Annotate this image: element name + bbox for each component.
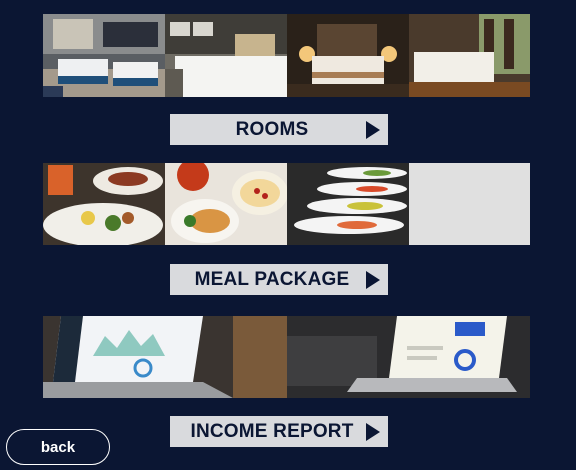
room-photo-3 (287, 14, 409, 97)
rooms-button-label: ROOMS (235, 118, 309, 140)
laptop-charts-icon (287, 316, 530, 398)
hotel-room-twin-beds-icon (43, 14, 165, 97)
meal-photo-2 (165, 163, 287, 245)
room-photo-1 (43, 14, 165, 97)
meal-photo-1 (43, 163, 165, 245)
meal-package-button[interactable]: MEAL PACKAGE (170, 264, 388, 295)
income-report-button[interactable]: INCOME REPORT (170, 416, 388, 447)
room-photo-4 (409, 14, 530, 97)
rooms-image-strip (43, 14, 530, 97)
income-photo-2 (287, 316, 530, 398)
buffet-spoons-icon (287, 163, 409, 245)
play-arrow-icon (366, 422, 380, 441)
income-report-button-label: INCOME REPORT (190, 420, 354, 442)
meal-photo-3 (287, 163, 409, 245)
laptop-dashboard-icon (43, 316, 287, 398)
room-photo-2 (165, 14, 287, 97)
play-arrow-icon (366, 120, 380, 139)
meal-package-button-label: MEAL PACKAGE (194, 268, 350, 290)
hotel-room-white-bed-icon (165, 14, 287, 97)
back-button[interactable]: back (6, 429, 110, 465)
hotel-room-wood-floor-icon (409, 14, 530, 97)
breakfast-plates-icon (43, 163, 165, 245)
meal-photo-placeholder (409, 163, 530, 245)
income-image-strip (43, 316, 530, 398)
hotel-room-lamp-bed-icon (287, 14, 409, 97)
play-arrow-icon (366, 270, 380, 289)
income-photo-1 (43, 316, 287, 398)
rice-and-chicken-icon (165, 163, 287, 245)
meal-image-strip (43, 163, 530, 245)
rooms-button[interactable]: ROOMS (170, 114, 388, 145)
